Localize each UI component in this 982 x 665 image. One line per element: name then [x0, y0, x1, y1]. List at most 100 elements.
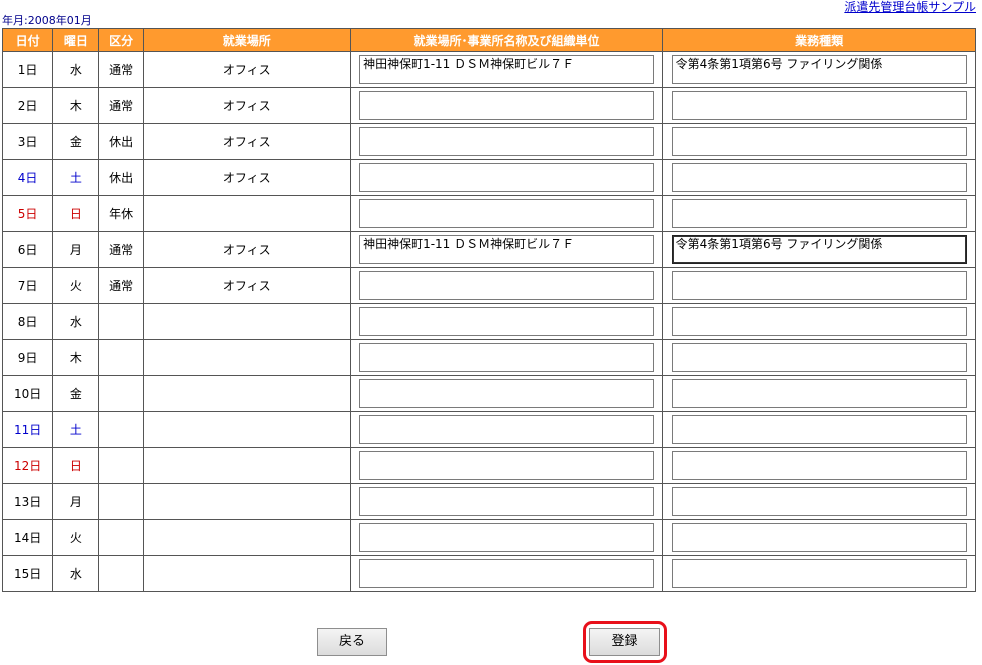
back-button[interactable]: 戻る: [317, 628, 387, 656]
office-name-input[interactable]: [359, 451, 655, 480]
office-name-cell: [349, 555, 664, 592]
office-name-input[interactable]: [359, 91, 655, 120]
work-type-input[interactable]: [671, 199, 967, 228]
office-name-cell: [349, 267, 664, 304]
work-type-cell: [662, 159, 976, 196]
weekday-cell: 月: [52, 483, 100, 520]
workplace-cell: [142, 519, 351, 556]
table-row: 8日水: [1, 303, 976, 340]
workplace-cell: オフィス: [142, 123, 351, 160]
work-type-cell: [662, 447, 976, 484]
office-name-cell: [349, 303, 664, 340]
office-name-input[interactable]: [359, 271, 655, 300]
category-cell: 休出: [98, 159, 144, 196]
table-row: 2日木通常 オフィス: [1, 87, 976, 124]
office-name-input[interactable]: [359, 127, 655, 156]
office-name-input[interactable]: [359, 163, 655, 192]
table-row: 15日水: [1, 555, 976, 592]
office-name-cell: [349, 447, 664, 484]
office-name-input[interactable]: 神田神保町1-11 ＤＳＭ神保町ビル７Ｆ: [359, 55, 655, 84]
office-name-cell: [349, 87, 664, 124]
office-name-input[interactable]: [359, 343, 655, 372]
column-header-workplace: 就業場所: [142, 28, 351, 52]
table-row: 1日水通常 オフィス 神田神保町1-11 ＤＳＭ神保町ビル７Ｆ 令第4条第1項第6号 …: [1, 51, 976, 88]
office-name-input[interactable]: [359, 199, 655, 228]
office-name-cell: [349, 123, 664, 160]
work-type-input[interactable]: [671, 127, 967, 156]
office-name-input[interactable]: [359, 559, 655, 588]
date-cell: 8日: [1, 303, 54, 340]
weekday-cell: 水: [52, 303, 100, 340]
office-name-cell: [349, 519, 664, 556]
work-type-input[interactable]: [671, 271, 967, 300]
work-type-input[interactable]: [671, 487, 967, 516]
table-row: 7日火通常 オフィス: [1, 267, 976, 304]
office-name-input[interactable]: [359, 415, 655, 444]
weekday-cell: 火: [52, 267, 100, 304]
work-type-input[interactable]: 令第4条第1項第6号 ファイリング関係: [671, 55, 967, 84]
work-type-cell: [662, 519, 976, 556]
work-type-input[interactable]: [671, 451, 967, 480]
table-row: 4日土休出 オフィス: [1, 159, 976, 196]
work-type-input[interactable]: [671, 559, 967, 588]
work-type-input[interactable]: [671, 343, 967, 372]
work-type-input[interactable]: [671, 91, 967, 120]
table-row: 14日火: [1, 519, 976, 556]
date-cell: 2日: [1, 87, 54, 124]
date-cell: 15日: [1, 555, 54, 592]
work-type-cell: [662, 375, 976, 412]
weekday-cell: 土: [52, 159, 100, 196]
date-cell: 4日: [1, 159, 54, 196]
category-cell: [98, 555, 144, 592]
work-type-cell: 令第4条第1項第6号 ファイリング関係: [662, 51, 976, 88]
weekday-cell: 金: [52, 123, 100, 160]
column-header-office-name: 就業場所･事業所名称及び組織単位: [349, 28, 664, 52]
work-type-input[interactable]: 令第4条第1項第6号 ファイリング関係: [671, 235, 967, 264]
category-cell: [98, 447, 144, 484]
table-header-row: 日付 曜日 区分 就業場所 就業場所･事業所名称及び組織単位 業務種類: [1, 28, 976, 52]
weekday-cell: 月: [52, 231, 100, 268]
category-cell: [98, 375, 144, 412]
work-type-cell: [662, 123, 976, 160]
table-row: 5日日年休: [1, 195, 976, 232]
weekday-cell: 日: [52, 447, 100, 484]
table-row: 6日月通常 オフィス 神田神保町1-11 ＤＳＭ神保町ビル７Ｆ 令第4条第1項第6号 …: [1, 231, 976, 268]
office-name-input[interactable]: [359, 523, 655, 552]
workplace-cell: オフィス: [142, 51, 351, 88]
workplace-cell: [142, 375, 351, 412]
sample-ledger-link[interactable]: 派遣先管理台帳サンプル: [844, 0, 976, 15]
column-header-work-type: 業務種類: [662, 28, 976, 52]
workplace-cell: [142, 447, 351, 484]
work-type-cell: [662, 339, 976, 376]
work-type-cell: [662, 267, 976, 304]
work-type-input[interactable]: [671, 379, 967, 408]
office-name-input[interactable]: [359, 487, 655, 516]
workplace-cell: オフィス: [142, 87, 351, 124]
weekday-cell: 金: [52, 375, 100, 412]
category-cell: [98, 483, 144, 520]
work-type-input[interactable]: [671, 523, 967, 552]
office-name-input[interactable]: [359, 379, 655, 408]
column-header-weekday: 曜日: [52, 28, 100, 52]
date-cell: 5日: [1, 195, 54, 232]
office-name-cell: 神田神保町1-11 ＤＳＭ神保町ビル７Ｆ: [349, 51, 664, 88]
work-type-input[interactable]: [671, 307, 967, 336]
year-month-label: 年月:2008年01月: [2, 14, 92, 27]
work-type-input[interactable]: [671, 163, 967, 192]
register-button[interactable]: 登録: [589, 628, 660, 656]
column-header-category: 区分: [98, 28, 144, 52]
date-cell: 6日: [1, 231, 54, 268]
date-cell: 7日: [1, 267, 54, 304]
date-cell: 3日: [1, 123, 54, 160]
office-name-cell: [349, 375, 664, 412]
office-name-input[interactable]: [359, 307, 655, 336]
category-cell: [98, 339, 144, 376]
work-type-cell: [662, 195, 976, 232]
work-type-cell: [662, 411, 976, 448]
office-name-input[interactable]: 神田神保町1-11 ＤＳＭ神保町ビル７Ｆ: [359, 235, 655, 264]
work-type-input[interactable]: [671, 415, 967, 444]
weekday-cell: 水: [52, 51, 100, 88]
office-name-cell: 神田神保町1-11 ＤＳＭ神保町ビル７Ｆ: [349, 231, 664, 268]
workplace-cell: [142, 483, 351, 520]
table-row: 12日日: [1, 447, 976, 484]
